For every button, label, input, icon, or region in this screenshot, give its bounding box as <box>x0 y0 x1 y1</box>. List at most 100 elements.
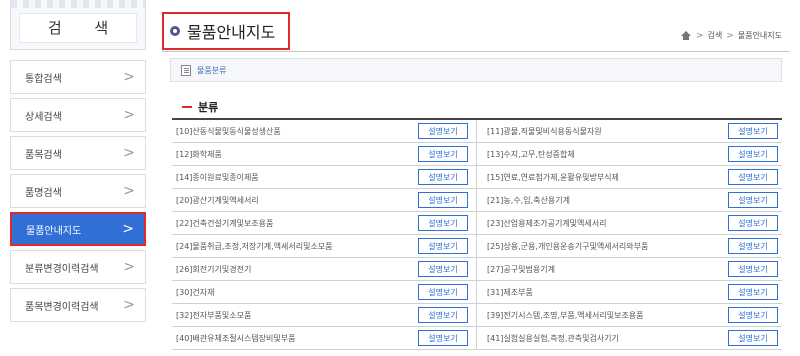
sidebar-title: 검 색 <box>19 12 137 43</box>
category-cell: [24]물품취급,조정,저장기계,액세서리및소모품 설명보기 <box>172 235 477 257</box>
view-description-button[interactable]: 설명보기 <box>418 330 468 346</box>
table-row: [22]건축건설기계및보조용품 설명보기 [23]산업용제조가공기계및액세서리 설명보… <box>172 212 782 235</box>
chevron-right-icon: > <box>123 69 135 85</box>
category-cell: [13]수지,고무,탄성중합체 설명보기 <box>477 143 782 165</box>
category-cell: [30]건자재 설명보기 <box>172 281 477 303</box>
page-title-box: 물품안내지도 <box>162 12 290 50</box>
sidebar-item-detailed-search[interactable]: 상세검색 > <box>10 98 146 132</box>
view-description-button[interactable]: 설명보기 <box>728 215 778 231</box>
view-description-button[interactable]: 설명보기 <box>418 146 468 162</box>
view-description-button[interactable]: 설명보기 <box>728 307 778 323</box>
category-name: [12]화학제품 <box>176 149 222 159</box>
category-name: [27]공구및범용기계 <box>487 264 555 274</box>
sidebar-item-label: 상세검색 <box>25 111 62 123</box>
breadcrumb: > 검색 > 물품안내지도 <box>680 30 782 41</box>
chevron-right-icon: > <box>123 107 135 123</box>
view-description-button[interactable]: 설명보기 <box>418 261 468 277</box>
bullet-circle-icon <box>170 26 180 36</box>
sidebar-item-label: 품명검색 <box>25 187 62 199</box>
sidebar-header: 검 색 <box>10 0 146 50</box>
view-description-button[interactable]: 설명보기 <box>728 238 778 254</box>
category-name: [32]전자부품및소모품 <box>176 310 252 320</box>
breadcrumb-item-current: 물품안내지도 <box>737 31 782 40</box>
category-cell: [26]회전기기및경전기 설명보기 <box>172 258 477 280</box>
table-row: [32]전자부품및소모품 설명보기 [39]전기시스템,조명,부품,액세서리및보조용… <box>172 304 782 327</box>
category-cell: [11]광물,직물및비식용동식물자원 설명보기 <box>477 120 782 142</box>
sidebar-item-classification-history[interactable]: 분류변경이력검색 > <box>10 250 146 284</box>
sidebar-item-label: 품목변경이력검색 <box>25 301 99 313</box>
category-cell: [12]화학제품 설명보기 <box>172 143 477 165</box>
document-icon <box>181 64 191 76</box>
table-row: [14]종이원료및종이제품 설명보기 [15]연료,연료첨가제,윤활유및방부식제 설명… <box>172 166 782 189</box>
table-row: [26]회전기기및경전기 설명보기 [27]공구및범용기계 설명보기 <box>172 258 782 281</box>
sidebar-item-item-search[interactable]: 품목검색 > <box>10 136 146 170</box>
category-name: [15]연료,연료첨가제,윤활유및방부식제 <box>487 172 619 182</box>
category-cell: [32]전자부품및소모품 설명보기 <box>172 304 477 326</box>
sidebar-item-integrated-search[interactable]: 통합검색 > <box>10 60 146 94</box>
view-description-button[interactable]: 설명보기 <box>418 307 468 323</box>
chevron-right-icon: > <box>123 183 135 199</box>
category-name: [20]광산기계및액세서리 <box>176 195 259 205</box>
sidebar-item-item-history[interactable]: 품목변경이력검색 > <box>10 288 146 322</box>
category-name: [11]광물,직물및비식용동식물자원 <box>487 126 602 136</box>
section-heading: 분류 <box>182 99 218 115</box>
category-name: [21]농,수,임,축산용기계 <box>487 195 570 205</box>
sidebar-item-product-guide-map[interactable]: 물품안내지도 > <box>10 212 146 246</box>
view-description-button[interactable]: 설명보기 <box>418 284 468 300</box>
view-description-button[interactable]: 설명보기 <box>728 284 778 300</box>
category-name: [26]회전기기및경전기 <box>176 264 252 274</box>
home-icon[interactable] <box>680 30 692 41</box>
table-row: [24]물품취급,조정,저장기계,액세서리및소모품 설명보기 [25]상용,군용,개… <box>172 235 782 258</box>
sidebar-item-label: 품목검색 <box>25 149 62 161</box>
view-description-button[interactable]: 설명보기 <box>728 192 778 208</box>
view-description-button[interactable]: 설명보기 <box>728 146 778 162</box>
breadcrumb-separator: > <box>726 30 734 41</box>
category-name: [25]상용,군용,개인용운송기구및액세서리와부품 <box>487 241 649 251</box>
view-description-button[interactable]: 설명보기 <box>418 238 468 254</box>
category-name: [13]수지,고무,탄성중합체 <box>487 149 575 159</box>
breadcrumb-item-search[interactable]: 검색 <box>708 30 723 41</box>
view-description-button[interactable]: 설명보기 <box>728 261 778 277</box>
sidebar-item-label: 분류변경이력검색 <box>25 263 99 275</box>
category-cell: [27]공구및범용기계 설명보기 <box>477 258 782 280</box>
category-cell: [31]제조부품 설명보기 <box>477 281 782 303</box>
sidebar-item-label: 물품안내지도 <box>26 225 82 237</box>
section-title: 분류 <box>198 101 219 114</box>
category-cell: [21]농,수,임,축산용기계 설명보기 <box>477 189 782 211</box>
section-dash <box>182 106 192 108</box>
chevron-right-icon: > <box>122 221 134 237</box>
category-name: [10]산동식물및동식물성생산품 <box>176 126 281 136</box>
table-row: [10]산동식물및동식물성생산품 설명보기 [11]광물,직물및비식용동식물자원 설명… <box>172 120 782 143</box>
sidebar-item-label: 통합검색 <box>25 73 62 85</box>
view-description-button[interactable]: 설명보기 <box>728 123 778 139</box>
chevron-right-icon: > <box>123 145 135 161</box>
category-name: [23]산업용제조가공기계및액세서리 <box>487 218 607 228</box>
category-name: [14]종이원료및종이제품 <box>176 172 259 182</box>
sidebar-menu: 통합검색 > 상세검색 > 품목검색 > 품명검색 > 물품안내지도 > 분류변… <box>10 60 146 322</box>
category-table: [10]산동식물및동식물성생산품 설명보기 [11]광물,직물및비식용동식물자원 설명… <box>172 118 782 350</box>
view-description-button[interactable]: 설명보기 <box>728 330 778 346</box>
view-description-button[interactable]: 설명보기 <box>418 123 468 139</box>
category-cell: [22]건축건설기계및보조용품 설명보기 <box>172 212 477 234</box>
category-name: [30]건자재 <box>176 287 215 297</box>
category-cell: [23]산업용제조가공기계및액세서리 설명보기 <box>477 212 782 234</box>
category-name: [41]실험실용실험,측정,관측및검사기기 <box>487 333 619 343</box>
view-description-button[interactable]: 설명보기 <box>418 215 468 231</box>
sidebar-item-product-name-search[interactable]: 품명검색 > <box>10 174 146 208</box>
table-row: [30]건자재 설명보기 [31]제조부품 설명보기 <box>172 281 782 304</box>
classification-link[interactable]: 물품분류 <box>197 65 226 76</box>
category-name: [39]전기시스템,조명,부품,액세서리및보조용품 <box>487 310 644 320</box>
category-cell: [14]종이원료및종이제품 설명보기 <box>172 166 477 188</box>
classification-link-box: 물품분류 <box>170 58 782 82</box>
view-description-button[interactable]: 설명보기 <box>418 169 468 185</box>
category-cell: [41]실험실용실험,측정,관측및검사기기 설명보기 <box>477 327 782 349</box>
view-description-button[interactable]: 설명보기 <box>728 169 778 185</box>
category-cell: [40]배관유체조절시스템장비및부품 설명보기 <box>172 327 477 349</box>
page-title: 물품안내지도 <box>187 23 276 42</box>
view-description-button[interactable]: 설명보기 <box>418 192 468 208</box>
category-name: [22]건축건설기계및보조용품 <box>176 218 274 228</box>
category-name: [31]제조부품 <box>487 287 533 297</box>
category-cell: [39]전기시스템,조명,부품,액세서리및보조용품 설명보기 <box>477 304 782 326</box>
table-row: [20]광산기계및액세서리 설명보기 [21]농,수,임,축산용기계 설명보기 <box>172 189 782 212</box>
category-cell: [10]산동식물및동식물성생산품 설명보기 <box>172 120 477 142</box>
